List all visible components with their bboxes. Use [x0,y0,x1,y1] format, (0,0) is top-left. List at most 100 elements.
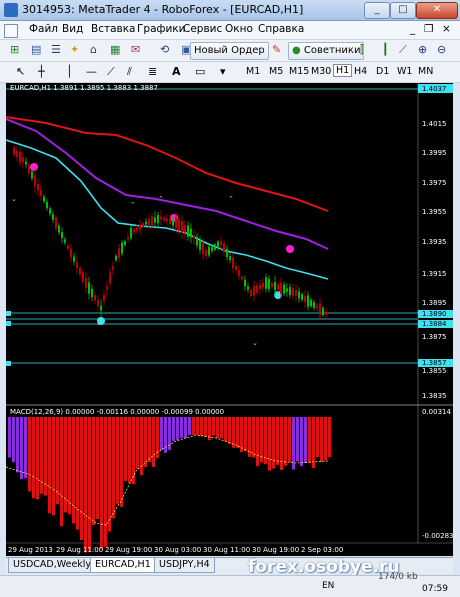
candle-body [91,288,93,298]
text-tool-icon[interactable]: A [172,65,181,78]
macd-bar [296,417,299,462]
macd-bar [120,417,123,507]
trendline-icon[interactable]: ⟋ [107,65,115,79]
candle-body [199,240,201,250]
candle-body [19,151,21,163]
candle-body [280,282,282,294]
macd-bar [32,417,35,499]
candle-body [58,225,60,233]
maximize-button[interactable]: □ [390,2,416,19]
price-label: 1.3884 [422,320,447,328]
macd-bar [252,417,255,458]
menu-tools[interactable]: Сервис [183,23,222,35]
tf-w1[interactable]: W1 [397,66,412,77]
metaeditor-icon[interactable]: ✎ [272,43,281,56]
price-axis: 1.4037 1.4015 1.3995 1.3975 1.3955 1.393… [418,84,453,540]
tf-m5[interactable]: M5 [269,66,283,77]
tab-usdjpy-h4[interactable]: USDJPY,H4 [154,558,215,573]
macd-label: 0.00314 [422,408,451,416]
candle-body [103,295,105,301]
macd-bar [48,417,51,514]
tf-d1[interactable]: D1 [376,66,389,77]
candle-body [130,227,132,239]
cursor-icon[interactable]: ↖ [16,65,25,78]
macd-bar [204,417,207,437]
new-chart-icon[interactable]: ⊞ [10,43,19,56]
vertical-line-icon[interactable]: │ [66,65,73,78]
fractal-down-icon: ⌄ [11,195,17,203]
macd-bar [232,417,235,448]
macd-bar [244,417,247,452]
candle-body [295,290,297,296]
doc-minimize-button[interactable]: _ [410,23,415,35]
channel-icon[interactable]: ⫽ [127,65,132,79]
doc-close-button[interactable]: × [442,23,451,35]
candle-body [232,257,234,269]
macd-bar [80,417,83,540]
macd-header: MACD(12,26,9) 0.00000 -0.00116 0.00000 -… [10,408,224,416]
navigator-icon[interactable]: ⌂ [90,43,97,56]
menu-insert[interactable]: Вставка [91,23,136,35]
tab-eurcad-h1[interactable]: EURCAD,H1 [90,558,156,573]
menu-file[interactable]: Файл [29,23,58,35]
candle-body [106,286,108,290]
macd-bar [216,417,219,439]
line-chart-icon[interactable]: ⟋ [399,43,407,57]
label-tool-icon[interactable]: ▭ [195,65,205,78]
candle-body [64,239,66,243]
fibonacci-icon[interactable]: ≣ [148,65,157,78]
bar-chart-icon[interactable]: ⫿ [360,43,364,57]
chart-area[interactable]: EURCAD,H1 1.3891 1.3895 1.3883 1.3887 MA… [5,83,453,556]
doc-restore-button[interactable]: ❐ [424,23,433,35]
menu-charts[interactable]: Графики [137,23,185,35]
minimize-button[interactable]: _ [364,2,390,19]
tf-m15[interactable]: M15 [289,66,309,77]
menu-view[interactable]: Вид [62,23,83,35]
new-order-button[interactable]: Новый Ордер [190,42,269,60]
chart-doc-icon[interactable] [4,24,18,38]
candle-body [85,278,87,288]
menu-help[interactable]: Справка [258,23,304,35]
tf-mn[interactable]: MN [418,66,433,77]
close-button[interactable]: ✕ [416,2,458,19]
horizontal-line-icon[interactable]: — [86,65,97,78]
candle-body [94,295,96,301]
tf-m1[interactable]: M1 [246,66,260,77]
candle-body [289,286,291,296]
strategy-tester-icon[interactable]: ✉ [131,43,140,56]
tab-usdcad-weekly[interactable]: USDCAD,Weekly [8,558,97,573]
macd-bar [68,417,71,515]
level-handle[interactable] [6,321,11,326]
candlestick-icon[interactable]: ┃ [382,43,389,56]
language-indicator[interactable]: EN [322,581,334,591]
tf-h1[interactable]: H1 [333,64,353,77]
macd-bar [284,417,287,466]
level-handle[interactable] [6,361,11,366]
macd-bar [188,417,191,436]
menu-window[interactable]: Окно [225,23,253,35]
crosshair-icon[interactable]: ┼ [38,65,45,78]
time-label: 30 Aug 19:00 [252,546,299,554]
tf-h4[interactable]: H4 [354,66,367,77]
candle-body [193,235,195,239]
price-label: 1.3995 [422,149,447,157]
macd-bar [136,417,139,470]
tf-m30[interactable]: M30 [311,66,331,77]
market-watch-icon[interactable]: ☰ [51,43,61,56]
price-label: 1.3955 [422,208,447,216]
candle-body [310,299,312,307]
data-window-icon[interactable]: ✦ [70,43,79,56]
time-label: 2 Sep 03:00 [301,546,343,554]
terminal-icon[interactable]: ▦ [110,43,120,56]
profiles-icon[interactable]: ▤ [31,43,41,56]
history-center-icon[interactable]: ⟲ [160,43,169,56]
expert-advisors-button[interactable]: ● Советники [288,42,365,60]
arrows-tool-icon[interactable]: ▾ [220,65,226,78]
level-handle[interactable] [6,311,11,316]
zoom-out-icon[interactable]: ⊖ [437,43,446,56]
macd-bar [160,417,163,451]
candle-body [208,246,210,256]
candle-body [37,183,39,191]
price-chart[interactable]: EURCAD,H1 1.3891 1.3895 1.3883 1.3887 MA… [5,83,453,556]
zoom-in-icon[interactable]: ⊕ [418,43,427,56]
